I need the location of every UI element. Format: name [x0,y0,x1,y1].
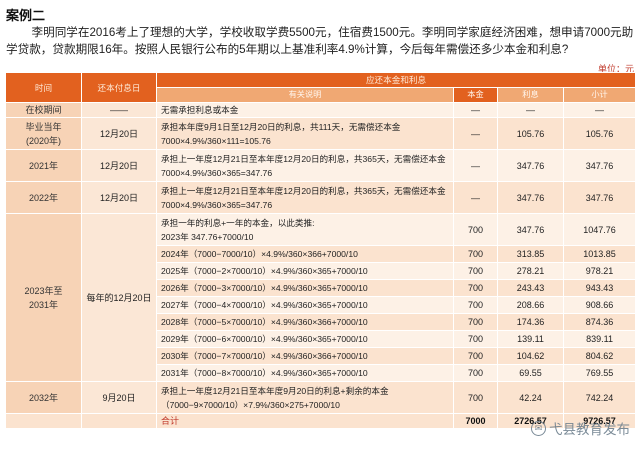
row-subtotal: 874.36 [562,313,637,331]
row-date: 12月20日 [81,181,157,214]
table-row: 毕业当年 (2020年) 12月20日 承担本年度9月1日至12月20日的利息，共… [5,117,637,150]
row-subtotal: 347.76 [562,149,637,182]
row-principal: 700 [453,279,498,297]
total-principal: 7000 [453,413,498,429]
header-subtotal: 小计 [562,87,637,103]
row-date: —— [81,102,157,118]
row-date: 12月20日 [81,117,157,150]
row-desc: 承担上一年度12月21日至本年度9月20日的利息+剩余的本金 （7000−9×70… [156,381,454,414]
table-row: 2022年 12月20日 承担上一年度12月21日至本年度12月20日的利息，共… [5,181,637,214]
row-principal: 700 [453,296,498,314]
table-row: 2021年 12月20日 承担上一年度12月21日至本年度12月20日的利息，共… [5,149,637,182]
group-time: 2023年至 2031年 [5,213,82,382]
case-title: 案例二 [6,8,46,23]
header-pay-date: 还本付息日 [81,72,157,103]
row-subtotal: 978.21 [562,262,637,280]
row-interest: 243.43 [497,279,564,297]
row-interest: 347.76 [497,181,564,214]
row-subtotal: 1013.85 [562,245,637,263]
row-principal: — [453,149,498,182]
row-time: 在校期间 [5,102,82,118]
header-desc: 有关说明 [156,87,454,103]
table-row: 2032年 9月20日 承担上一年度12月21日至本年度9月20日的利息+剩余的… [5,381,637,414]
row-subtotal: 804.62 [562,347,637,365]
row-desc: 无需承担利息或本金 [156,102,454,118]
row-time: 2022年 [5,181,82,214]
row-desc: 2029年（7000−6×7000/10）×4.9%/360×365+7000/… [156,330,454,348]
row-principal: 700 [453,347,498,365]
row-interest: 105.76 [497,117,564,150]
watermark-text: 弋县教育发布 [549,422,630,437]
row-interest: 104.62 [497,347,564,365]
row-interest: 278.21 [497,262,564,280]
header-principal: 本金 [453,87,498,103]
row-subtotal: 908.66 [562,296,637,314]
row-principal: 700 [453,213,498,246]
row-principal: 700 [453,381,498,414]
row-desc: 2025年（7000−2×7000/10）×4.9%/360×365+7000/… [156,262,454,280]
row-desc: 2031年（7000−8×7000/10）×4.9%/360×365+7000/… [156,364,454,382]
row-principal: 700 [453,313,498,331]
row-principal: 700 [453,245,498,263]
row-principal: — [453,181,498,214]
row-desc: 承担本年度9月1日至12月20日的利息，共111天，无需偿还本金 7000×4.9… [156,117,454,150]
row-interest: 139.11 [497,330,564,348]
row-interest: 313.85 [497,245,564,263]
row-subtotal: 347.76 [562,181,637,214]
wechat-icon: ✉ [531,420,546,436]
row-desc: 承担上一年度12月21日至本年度12月20日的利息，共365天，无需偿还本金 70… [156,149,454,182]
watermark: ✉ 弋县教育发布 [531,418,630,438]
group-date: 每年的12月20日 [81,213,157,382]
row-subtotal: 105.76 [562,117,637,150]
row-interest: 208.66 [497,296,564,314]
row-desc: 2027年（7000−4×7000/10）×4.9%/360×365+7000/… [156,296,454,314]
row-desc: 承担上一年度12月21日至本年度12月20日的利息，共365天，无需偿还本金 70… [156,181,454,214]
row-principal: — [453,117,498,150]
header-interest: 利息 [497,87,564,103]
row-subtotal: 742.24 [562,381,637,414]
row-interest: — [497,102,564,118]
row-subtotal: 943.43 [562,279,637,297]
row-desc: 2024年（7000−7000/10）×4.9%/360×366+7000/10 [156,245,454,263]
row-subtotal: 769.55 [562,364,637,382]
row-desc: 承担一年的利息+一年的本金，以此类推: 2023年 347.76+7000/10 [156,213,454,246]
total-label: 合计 [156,413,454,429]
row-principal: 700 [453,330,498,348]
table-row: 在校期间 —— 无需承担利息或本金 — — — [5,102,637,118]
row-principal: — [453,102,498,118]
row-desc: 2028年（7000−5×7000/10）×4.9%/360×366+7000/… [156,313,454,331]
row-principal: 700 [453,262,498,280]
row-interest: 69.55 [497,364,564,382]
row-interest: 42.24 [497,381,564,414]
row-principal: 700 [453,364,498,382]
row-subtotal: 839.11 [562,330,637,348]
row-time: 2021年 [5,149,82,182]
row-desc: 2026年（7000−3×7000/10）×4.9%/360×365+7000/… [156,279,454,297]
table-row: 2023年至 2031年 每年的12月20日 承担一年的利息+一年的本金，以此类推… [5,213,637,382]
row-interest: 347.76 [497,213,564,246]
repayment-table: 时间 还本付息日 应还本金和利息 有关说明 本金 利息 小计 在校期间 —— 无… [5,72,637,429]
row-interest: 174.36 [497,313,564,331]
row-subtotal: — [562,102,637,118]
row-time: 毕业当年 (2020年) [5,117,82,150]
row-time: 2032年 [5,381,82,414]
header-group: 应还本金和利息 [155,72,637,88]
row-interest: 347.76 [497,149,564,182]
row-date: 12月20日 [81,149,157,182]
row-desc: 2030年（7000−7×7000/10）×4.9%/360×366+7000/… [156,347,454,365]
row-date: 9月20日 [81,381,157,414]
problem-intro: 李明同学在2016考上了理想的大学，学校收取学费5500元，住宿费1500元。李… [6,26,634,56]
header-time: 时间 [5,72,82,103]
row-subtotal: 1047.76 [562,213,637,246]
